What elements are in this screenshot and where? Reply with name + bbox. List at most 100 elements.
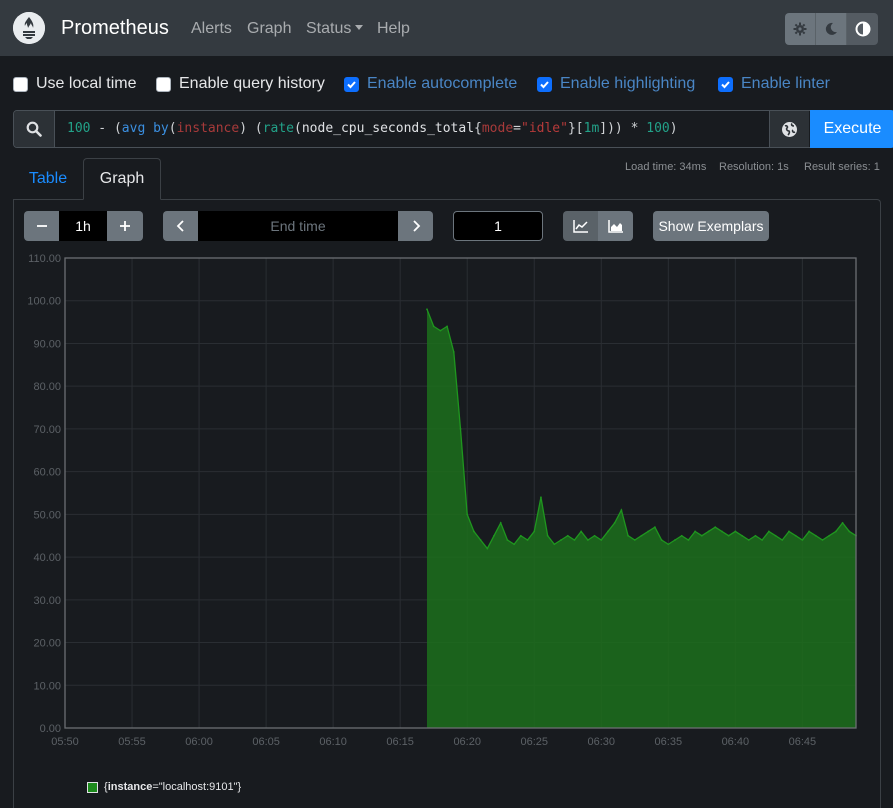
x-tick-label: 06:15 xyxy=(386,736,414,748)
later-end-time-button[interactable] xyxy=(398,211,433,241)
data-point xyxy=(633,539,636,541)
nav-graph[interactable]: Graph xyxy=(247,20,291,38)
expression-input[interactable]: 100 - (avg by(instance) (rate(node_cpu_s… xyxy=(67,121,678,136)
y-tick-label: 0.00 xyxy=(40,723,61,735)
x-tick-label: 06:05 xyxy=(252,736,280,748)
metrics-explorer-button[interactable] xyxy=(769,111,809,147)
data-point xyxy=(680,534,683,537)
query-token: rate xyxy=(262,121,295,136)
y-tick-label: 90.00 xyxy=(33,338,61,350)
data-point xyxy=(546,534,549,537)
resolution-input[interactable]: 1 xyxy=(453,211,543,241)
data-point xyxy=(439,329,442,332)
line-chart-icon xyxy=(572,220,588,233)
y-tick-label: 60.00 xyxy=(33,467,61,479)
data-point xyxy=(828,534,831,537)
data-point xyxy=(607,530,609,533)
autocomplete-option[interactable]: Enable autocomplete xyxy=(344,74,517,94)
data-point xyxy=(593,534,596,537)
tab-table[interactable]: Table xyxy=(13,158,83,199)
data-point xyxy=(600,539,603,541)
y-tick-label: 110.00 xyxy=(28,253,61,265)
minus-icon xyxy=(36,225,47,227)
check-icon xyxy=(347,80,356,88)
data-point xyxy=(627,534,629,537)
legend-value: "localhost:9101" xyxy=(158,781,238,793)
data-point xyxy=(694,530,697,533)
highlighting-option[interactable]: Enable highlighting xyxy=(537,74,695,94)
y-tick-label: 100.00 xyxy=(27,296,61,308)
auto-theme-button[interactable] xyxy=(847,13,878,45)
stacked-chart-button[interactable] xyxy=(598,211,633,241)
query-token: }[ xyxy=(567,121,584,136)
query-token: { xyxy=(474,121,482,136)
data-point xyxy=(741,534,743,537)
use-local-time-label: Use local time xyxy=(36,75,137,92)
autocomplete-label: Enable autocomplete xyxy=(367,75,518,92)
increase-range-button[interactable] xyxy=(107,211,143,241)
x-tick-label: 06:45 xyxy=(789,736,817,748)
gear-icon xyxy=(793,22,807,36)
data-point xyxy=(493,534,495,537)
data-point xyxy=(566,534,569,537)
query-token: node_cpu_seconds_total xyxy=(301,121,475,136)
show-exemplars-button[interactable]: Show Exemplars xyxy=(653,211,769,241)
data-point xyxy=(808,530,810,533)
range-input[interactable]: 1h xyxy=(59,211,107,241)
data-point xyxy=(640,534,643,537)
use-local-time-checkbox[interactable] xyxy=(13,76,28,92)
data-point xyxy=(653,526,656,529)
x-tick-label: 05:50 xyxy=(51,736,79,748)
linter-option[interactable]: Enable linter xyxy=(718,74,830,94)
data-point xyxy=(767,530,770,533)
legend-item[interactable]: {instance="localhost:9101"} xyxy=(87,780,241,794)
plus-icon xyxy=(120,221,130,231)
data-point xyxy=(814,534,817,537)
legend-key: instance xyxy=(107,781,153,793)
autocomplete-checkbox[interactable] xyxy=(344,76,359,92)
query-token: ( xyxy=(168,121,177,136)
prometheus-logo-icon[interactable] xyxy=(13,12,45,44)
data-point xyxy=(452,351,455,353)
highlighting-checkbox[interactable] xyxy=(537,76,552,92)
chevron-down-icon xyxy=(355,25,364,30)
brand-title[interactable]: Prometheus xyxy=(61,17,169,40)
data-point xyxy=(821,539,824,541)
data-point xyxy=(848,530,851,533)
unstacked-chart-button[interactable] xyxy=(563,211,598,241)
nav-status-dropdown[interactable]: Status xyxy=(306,20,364,38)
linter-checkbox[interactable] xyxy=(718,76,733,92)
legend-swatch xyxy=(87,781,98,793)
end-time-input[interactable]: End time xyxy=(198,211,398,241)
x-tick-label: 05:55 xyxy=(118,736,146,748)
use-local-time-option[interactable]: Use local time xyxy=(13,74,136,94)
earlier-end-time-button[interactable] xyxy=(163,211,198,241)
data-point xyxy=(426,308,428,311)
data-point xyxy=(506,539,509,541)
query-history-option[interactable]: Enable query history xyxy=(156,74,325,94)
dark-theme-button[interactable] xyxy=(816,13,847,45)
data-point xyxy=(560,539,562,541)
query-token: "idle" xyxy=(521,121,568,136)
query-history-label: Enable query history xyxy=(179,75,325,92)
nav-alerts[interactable]: Alerts xyxy=(191,20,232,38)
tab-graph[interactable]: Graph xyxy=(83,158,161,200)
data-point xyxy=(513,543,516,546)
data-point xyxy=(667,543,670,546)
time-series-chart[interactable]: 0.00 10.00 20.00 30.00 40.00 50.00 60.00 70.00 8… xyxy=(0,250,893,770)
light-theme-button[interactable] xyxy=(785,13,816,45)
data-point xyxy=(781,539,784,541)
data-point xyxy=(714,526,717,529)
execute-button[interactable]: Execute xyxy=(810,110,893,148)
legend-label: {instance="localhost:9101"} xyxy=(104,781,242,793)
query-history-checkbox[interactable] xyxy=(156,76,171,92)
data-point xyxy=(660,539,663,541)
area-chart-icon xyxy=(607,220,623,233)
data-point xyxy=(446,325,448,328)
nav-help[interactable]: Help xyxy=(377,20,410,38)
data-point xyxy=(553,543,556,546)
decrease-range-button[interactable] xyxy=(24,211,59,241)
query-token: avg xyxy=(121,121,146,136)
x-tick-label: 06:35 xyxy=(655,736,683,748)
globe-icon xyxy=(782,121,797,137)
